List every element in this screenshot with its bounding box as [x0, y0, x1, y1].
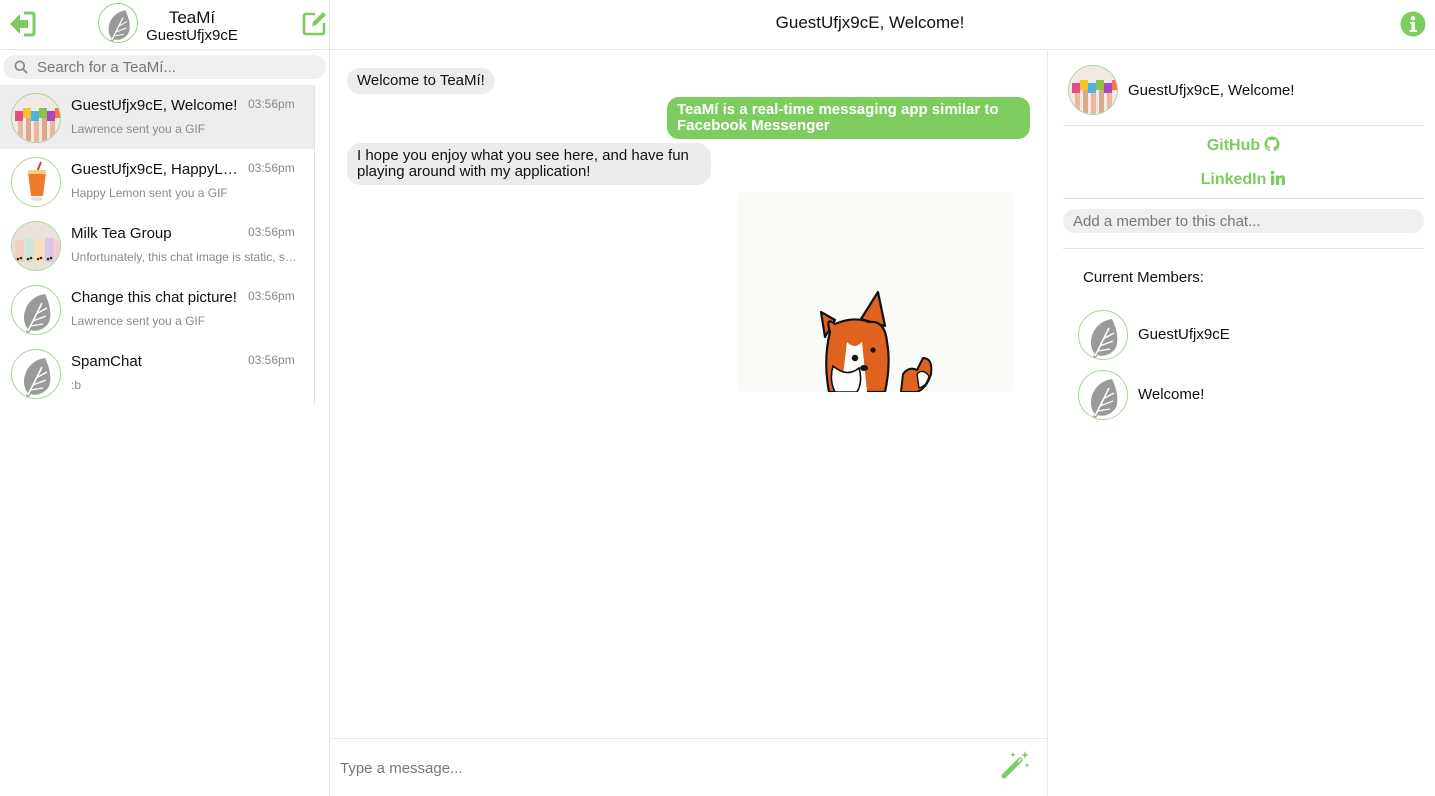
gif-message	[737, 192, 1013, 392]
members-heading: Current Members:	[1083, 269, 1204, 286]
chat-preview: Happy Lemon sent you a GIF	[71, 186, 228, 200]
linkedin-label: LinkedIn	[1200, 171, 1267, 188]
sidebar: TeaMí GuestUfjx9cE Search for a TeaMí...…	[0, 0, 330, 796]
chat-avatar	[11, 349, 61, 399]
divider	[1063, 125, 1424, 126]
magic-wand-icon	[1001, 751, 1030, 779]
chat-time: 03:56pm	[248, 289, 295, 303]
member-name: Welcome!	[1138, 386, 1205, 403]
chat-preview: :b	[71, 378, 82, 392]
chat-title: Milk Tea Group	[71, 225, 172, 242]
github-link[interactable]: GitHub	[1063, 136, 1424, 155]
username: GuestUfjx9cE	[146, 27, 238, 44]
github-icon	[1264, 136, 1280, 152]
conversation-header: GuestUfjx9cE, Welcome!	[330, 0, 1435, 50]
user-avatar[interactable]	[98, 3, 138, 43]
chat-time: 03:56pm	[248, 353, 295, 367]
app-name: TeaMí	[168, 8, 216, 27]
chat-item[interactable]: GuestUfjx9cE, HappyLemon 03:56pm Happy L…	[0, 149, 314, 213]
chat-details-title: GuestUfjx9cE, Welcome!	[1128, 82, 1295, 99]
github-label: GitHub	[1206, 137, 1261, 154]
message-input[interactable]	[340, 753, 980, 783]
divider	[1063, 198, 1424, 199]
milk-tea-image	[12, 222, 60, 270]
chat-title: SpamChat	[71, 353, 142, 370]
chat-item[interactable]: SpamChat 03:56pm :b	[0, 341, 314, 405]
member-item[interactable]: GuestUfjx9cE	[1078, 310, 1378, 360]
chat-avatar	[11, 285, 61, 335]
chat-details-panel: GuestUfjx9cE, Welcome! GitHub LinkedIn C…	[1048, 50, 1435, 796]
message-thread: Welcome to TeaMí! TeaMí is a real-time m…	[330, 50, 1048, 738]
message-bubble: Welcome to TeaMí!	[347, 68, 495, 94]
new-chat-button[interactable]	[302, 10, 330, 38]
chat-list: GuestUfjx9cE, Welcome! 03:56pm Lawrence …	[0, 85, 315, 405]
chat-item[interactable]: Milk Tea Group 03:56pm Unfortunately, th…	[0, 213, 314, 277]
chat-avatar	[11, 157, 61, 207]
edit-icon	[302, 12, 326, 36]
linkedin-link[interactable]: LinkedIn	[1063, 170, 1424, 189]
chat-time: 03:56pm	[248, 225, 295, 239]
chat-item[interactable]: GuestUfjx9cE, Welcome! 03:56pm Lawrence …	[0, 85, 314, 149]
corgi-gif	[819, 290, 933, 392]
chat-title: Change this chat picture!	[71, 289, 237, 306]
chat-preview: Unfortunately, this chat image is static…	[71, 250, 297, 264]
chat-avatar	[1068, 65, 1118, 115]
member-avatar	[1078, 370, 1128, 420]
drink-image	[12, 158, 60, 206]
member-name: GuestUfjx9cE	[1138, 326, 1230, 343]
welcome-image	[1069, 66, 1117, 114]
gif-button[interactable]	[1001, 749, 1031, 779]
leaf-icon	[1090, 378, 1119, 419]
message-bubble: TeaMí is a real-time messaging app simil…	[667, 97, 1030, 139]
member-avatar	[1078, 310, 1128, 360]
search-input[interactable]	[37, 55, 317, 79]
sidebar-header: TeaMí GuestUfjx9cE	[0, 0, 330, 50]
divider	[1063, 248, 1424, 249]
chat-preview: Lawrence sent you a GIF	[71, 122, 206, 136]
message-bubble: I hope you enjoy what you see here, and …	[347, 143, 711, 185]
user-info: TeaMí GuestUfjx9cE	[140, 8, 244, 44]
chat-avatar	[11, 93, 61, 143]
add-member-input[interactable]	[1063, 209, 1424, 233]
chat-preview: Lawrence sent you a GIF	[71, 314, 206, 328]
search-icon	[14, 60, 28, 74]
leaf-icon	[23, 293, 52, 334]
leaf-icon	[1090, 318, 1119, 359]
message-composer	[330, 738, 1048, 796]
info-icon	[1400, 11, 1426, 37]
conversation-title: GuestUfjx9cE, Welcome!	[775, 13, 965, 32]
sign-out-icon	[10, 11, 36, 37]
search-bar	[3, 55, 326, 79]
linkedin-icon	[1271, 170, 1286, 185]
app-window: TeaMí GuestUfjx9cE Search for a TeaMí...…	[0, 0, 1435, 796]
chat-time: 03:56pm	[248, 97, 295, 111]
chat-time: 03:56pm	[248, 161, 295, 175]
member-item[interactable]: Welcome!	[1078, 370, 1378, 420]
leaf-icon	[107, 9, 131, 42]
chat-avatar	[11, 221, 61, 271]
leaf-icon	[23, 357, 52, 398]
chat-title: GuestUfjx9cE, HappyLemon	[71, 161, 243, 178]
logout-button[interactable]	[6, 10, 36, 38]
chat-item[interactable]: Change this chat picture! 03:56pm Lawren…	[0, 277, 314, 341]
chat-title: GuestUfjx9cE, Welcome!	[71, 97, 238, 114]
info-button[interactable]	[1400, 11, 1426, 37]
welcome-image	[12, 94, 60, 142]
